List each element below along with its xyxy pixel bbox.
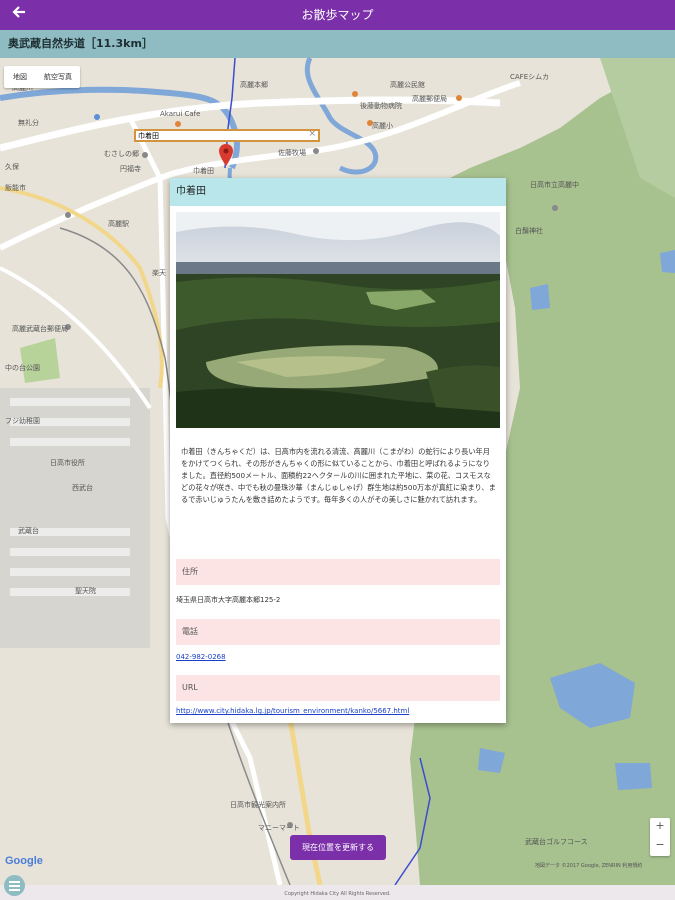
map-label: むさしの郷: [104, 150, 139, 158]
copyright: Copyright Hidaka City All Rights Reserve…: [284, 891, 391, 897]
panel-title: 巾着田: [176, 186, 206, 197]
map-label: 高麗本郷: [240, 81, 268, 89]
map-label: フジ幼稚園: [5, 417, 40, 425]
map-type-satellite-button[interactable]: 航空写真: [44, 66, 72, 88]
route-label: 奥武蔵自然歩道［11.3km］: [8, 37, 153, 50]
map-label: CAFEシムカ: [510, 73, 550, 81]
url-label: URL: [182, 683, 198, 692]
app-header: お散歩マップ: [0, 0, 675, 30]
map-label: 武蔵台: [18, 527, 39, 535]
map-type-map-button[interactable]: 地図: [13, 66, 27, 88]
url-link[interactable]: http://www.city.hidaka.lg.jp/tourism_env…: [176, 707, 409, 715]
map-label: 日高市立高麗中: [530, 181, 579, 189]
map-label: 高麗公民館: [390, 81, 425, 89]
phone-label: 電話: [182, 627, 198, 636]
map-credit[interactable]: 地図データ ©2017 Google, ZENRIN 利用規約: [535, 862, 642, 869]
map-pin-icon[interactable]: [219, 144, 233, 166]
map-label: 聖天院: [75, 587, 96, 595]
url-section-header: URL: [176, 675, 500, 701]
google-logo: Google: [5, 855, 43, 867]
zoom-out-button[interactable]: −: [650, 838, 670, 851]
map-label: 日高市役所: [50, 459, 85, 467]
clear-icon[interactable]: ×: [308, 129, 316, 139]
map-label: 西武台: [72, 484, 93, 492]
route-bar: 奥武蔵自然歩道［11.3km］: [0, 30, 675, 58]
map-label: 高麗駅: [108, 220, 129, 228]
map-label: 後藤動物病院: [360, 102, 402, 110]
map-label: Akarui Cafe: [160, 110, 201, 118]
map-type-toggle: 地図 航空写真: [4, 66, 80, 88]
map-label: 円福寺: [120, 165, 141, 173]
map-label: 無礼分: [18, 119, 39, 127]
map-label: 楽天: [152, 269, 166, 277]
map-label: 高麗郵便局: [412, 95, 447, 103]
map-search-input[interactable]: [138, 131, 308, 140]
zoom-control: + −: [650, 818, 670, 856]
footer: Copyright Hidaka City All Rights Reserve…: [0, 885, 675, 900]
map-label: 飯能市: [5, 184, 26, 192]
map-label: 日高市観光案内所: [230, 801, 286, 809]
map-label: 中の台公園: [5, 364, 40, 372]
map-label: 白鬚神社: [515, 227, 543, 235]
map-label: 巾着田: [193, 167, 214, 175]
panel-header: 巾着田: [170, 178, 506, 206]
address-section-header: 住所: [176, 559, 500, 585]
map-label: マニーマート: [258, 824, 300, 832]
map-label: 武蔵台ゴルフコース: [525, 838, 588, 846]
phone-section-header: 電話: [176, 619, 500, 645]
menu-button[interactable]: [4, 875, 25, 896]
map-search-box[interactable]: ×: [134, 129, 320, 142]
update-location-button[interactable]: 現在位置を更新する: [290, 835, 386, 860]
map-label: 佐藤牧場: [278, 149, 306, 157]
place-photo: [176, 212, 500, 428]
map-label: 高麗小: [372, 122, 393, 130]
phone-link[interactable]: 042-982-0268: [176, 653, 226, 661]
address-value: 埼玉県日高市大字高麗本郷125-2: [176, 596, 281, 604]
map-label: 久保: [5, 163, 19, 171]
map-label: 高麗武蔵台郵便局: [12, 325, 68, 333]
page-title: お散歩マップ: [301, 8, 374, 22]
address-label: 住所: [182, 567, 198, 576]
place-info-panel: 巾着田 巾着田（きんちゃくだ）は、日高市内を流れる清流、高麗川（こまがわ）の蛇行…: [170, 178, 506, 723]
place-description: 巾着田（きんちゃくだ）は、日高市内を流れる清流、高麗川（こまがわ）の蛇行により長…: [181, 447, 496, 504]
zoom-in-button[interactable]: +: [650, 819, 670, 832]
